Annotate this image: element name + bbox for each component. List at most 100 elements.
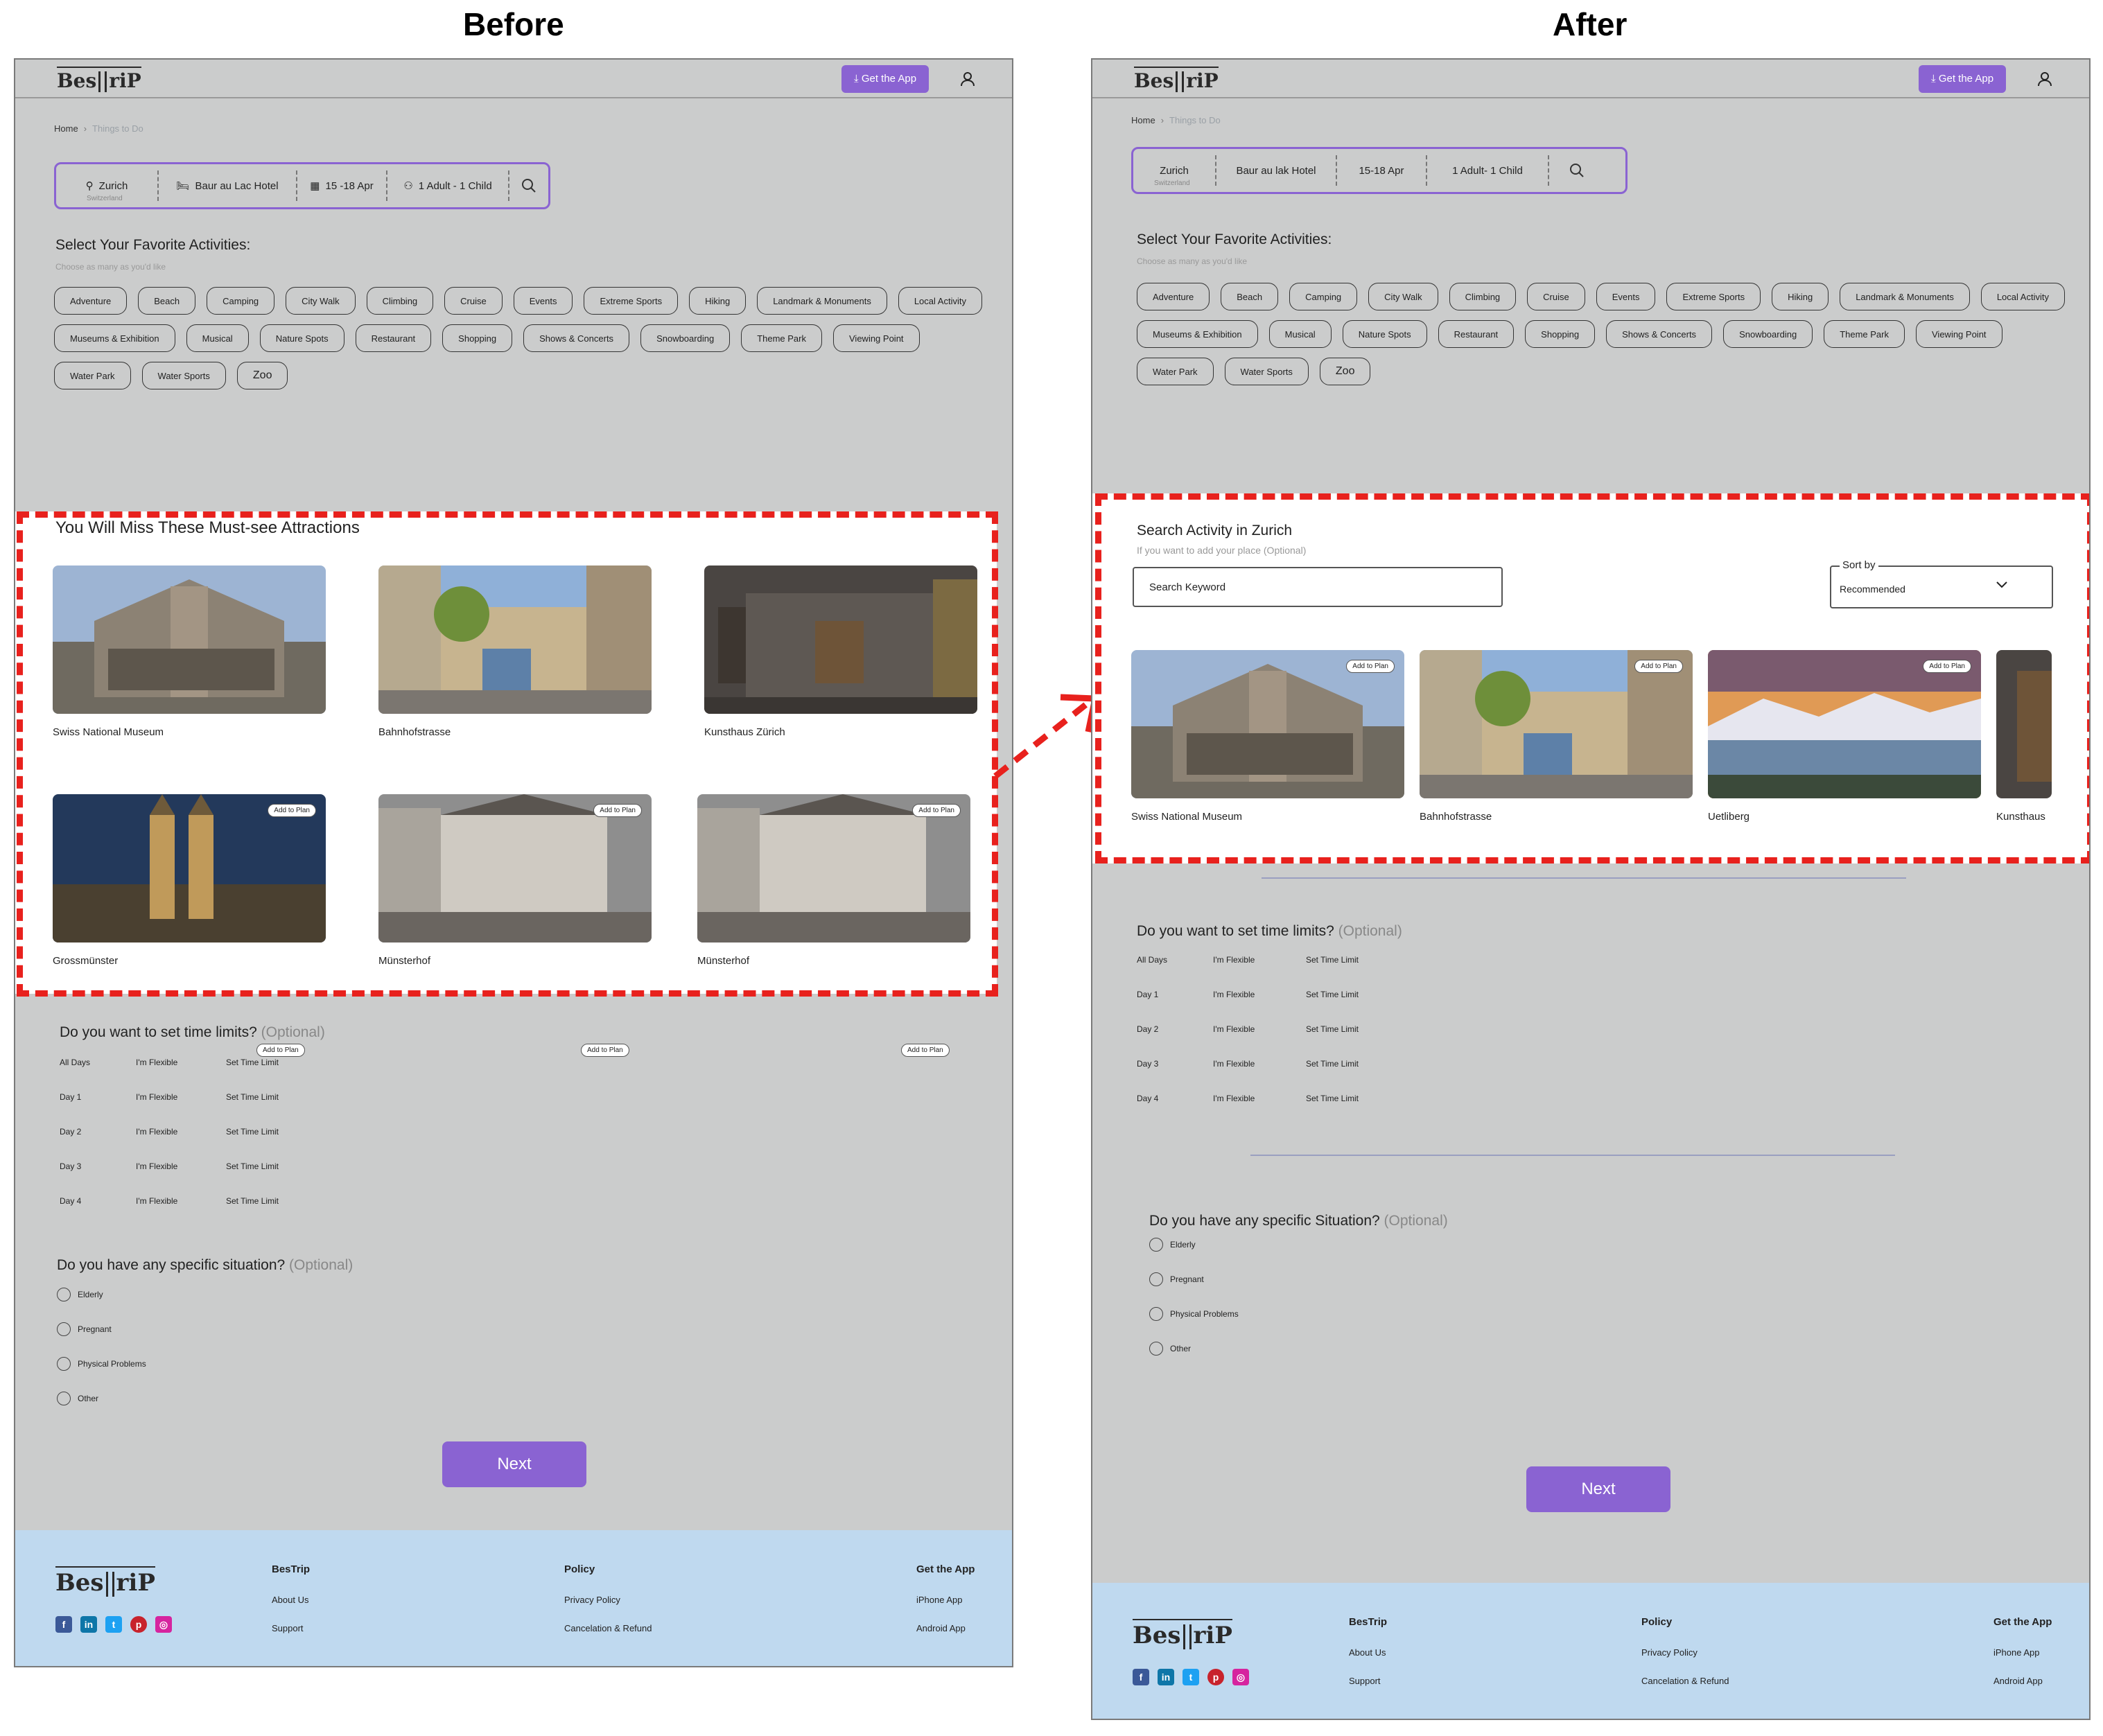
get-app-button[interactable]: ⤓ Get the App [1919, 65, 2007, 93]
pinterest-icon[interactable]: p [1207, 1669, 1224, 1685]
logo[interactable]: Bes riP [57, 67, 141, 92]
activity-chip[interactable]: Nature Spots [1342, 320, 1427, 348]
logo[interactable]: Bes riP [1134, 67, 1219, 92]
radio-button[interactable] [1149, 1342, 1163, 1356]
activity-chip[interactable]: Water Sports [1224, 358, 1309, 385]
radio-button[interactable] [57, 1288, 71, 1301]
activity-chip[interactable]: Landmark & Monuments [757, 287, 887, 315]
activity-chip[interactable]: City Walk [1368, 283, 1438, 310]
footer-logo[interactable]: Bes riP [1133, 1619, 1232, 1649]
activity-chip[interactable]: Landmark & Monuments [1840, 283, 1970, 310]
activity-chip[interactable]: Water Park [1137, 358, 1214, 385]
user-icon[interactable] [2036, 71, 2053, 87]
footer-link[interactable]: Privacy Policy [1641, 1647, 1729, 1658]
activity-chip[interactable]: Camping [1289, 283, 1358, 310]
add-to-plan-button[interactable]: Add to Plan [268, 804, 316, 817]
activity-chip[interactable]: Extreme Sports [584, 287, 679, 315]
situation-option[interactable]: Pregnant [1149, 1272, 1204, 1286]
set-time-limit-option[interactable]: Set Time Limit [226, 1092, 279, 1102]
attraction-card[interactable]: Add to Plan Münsterhof [697, 794, 970, 967]
dates-field[interactable]: ▦ 15 -18 Apr [297, 170, 387, 201]
get-app-button[interactable]: ⤓ Get the App [841, 65, 930, 93]
flexible-option[interactable]: I'm Flexible [136, 1161, 177, 1171]
activity-chip[interactable]: Events [513, 287, 573, 315]
activity-chip[interactable]: Musical [1268, 320, 1332, 348]
guests-field[interactable]: ⚇ 1 Adult - 1 Child [387, 170, 509, 201]
attraction-card[interactable]: Kunsthaus Zürich [704, 565, 977, 738]
situation-option[interactable]: Elderly [57, 1288, 103, 1301]
activity-chip[interactable]: Snowboarding [1723, 320, 1813, 348]
flexible-option[interactable]: I'm Flexible [136, 1092, 177, 1102]
set-time-limit-option[interactable]: Set Time Limit [1306, 1059, 1359, 1069]
flexible-option[interactable]: I'm Flexible [1213, 1059, 1255, 1069]
activity-chip[interactable]: Museums & Exhibition [54, 324, 175, 352]
footer-link[interactable]: About Us [272, 1595, 310, 1605]
instagram-icon[interactable]: ◎ [1232, 1669, 1249, 1685]
linkedin-icon[interactable]: in [80, 1616, 97, 1633]
footer-link[interactable]: Privacy Policy [564, 1595, 652, 1605]
radio-button[interactable] [57, 1392, 71, 1405]
flexible-option[interactable]: I'm Flexible [1213, 1094, 1255, 1103]
activity-chip[interactable]: Zoo [236, 362, 288, 389]
breadcrumb-home[interactable]: Home [54, 123, 78, 134]
activity-chip[interactable]: Zoo [1319, 358, 1371, 385]
search-button[interactable] [509, 170, 548, 201]
activity-chip[interactable]: Local Activity [1980, 283, 2065, 310]
add-to-plan-button[interactable]: Add to Plan [1346, 660, 1395, 673]
radio-button[interactable] [57, 1357, 71, 1371]
footer-link[interactable]: iPhone App [916, 1595, 975, 1605]
flexible-option[interactable]: I'm Flexible [136, 1196, 177, 1206]
pinterest-icon[interactable]: p [130, 1616, 147, 1633]
set-time-limit-option[interactable]: Set Time Limit [1306, 1024, 1359, 1034]
hotel-field[interactable]: Baur au lak Hotel [1216, 155, 1337, 186]
sort-dropdown[interactable]: Sort by Recommended [1830, 559, 2053, 608]
flexible-option[interactable]: I'm Flexible [1213, 1024, 1255, 1034]
activity-chip[interactable]: Restaurant [355, 324, 432, 352]
radio-button[interactable] [1149, 1238, 1163, 1252]
set-time-limit-option[interactable]: Set Time Limit [1306, 990, 1359, 999]
radio-button[interactable] [1149, 1272, 1163, 1286]
breadcrumb-home[interactable]: Home [1131, 115, 1155, 125]
hotel-field[interactable]: 🛏 Baur au Lac Hotel [159, 170, 297, 201]
footer-link[interactable]: About Us [1349, 1647, 1387, 1658]
attraction-card[interactable]: Add to Plan Bahnhofstrasse [1420, 650, 1693, 823]
activity-chip[interactable]: Climbing [1449, 283, 1517, 310]
twitter-icon[interactable]: t [1183, 1669, 1199, 1685]
activity-chip[interactable]: Climbing [366, 287, 434, 315]
activity-chip[interactable]: Extreme Sports [1666, 283, 1761, 310]
flexible-option[interactable]: I'm Flexible [1213, 990, 1255, 999]
situation-option[interactable]: Pregnant [57, 1322, 112, 1336]
activity-chip[interactable]: Camping [207, 287, 275, 315]
add-to-plan-button[interactable]: Add to Plan [1923, 660, 1971, 673]
radio-button[interactable] [57, 1322, 71, 1336]
footer-link[interactable]: Cancelation & Refund [1641, 1676, 1729, 1686]
attraction-card[interactable]: Kunsthaus [1996, 650, 2052, 823]
facebook-icon[interactable]: f [55, 1616, 72, 1633]
activity-chip[interactable]: Local Activity [898, 287, 982, 315]
search-button[interactable] [1549, 155, 1605, 186]
activity-chip[interactable]: Shows & Concerts [1606, 320, 1713, 348]
activity-chip[interactable]: Cruise [444, 287, 503, 315]
attraction-card[interactable]: Add to Plan Uetliberg [1708, 650, 1981, 823]
attraction-card[interactable]: Add to Plan Grossmünster [53, 794, 326, 967]
destination-field[interactable]: ⚲ Zurich Switzerland [56, 170, 159, 202]
activity-chip[interactable]: Hiking [689, 287, 747, 315]
add-to-plan-button[interactable]: Add to Plan [256, 1044, 305, 1057]
set-time-limit-option[interactable]: Set Time Limit [226, 1058, 279, 1067]
flexible-option[interactable]: I'm Flexible [136, 1127, 177, 1137]
activity-chip[interactable]: Theme Park [741, 324, 822, 352]
activity-chip[interactable]: Adventure [1137, 283, 1210, 310]
footer-link[interactable]: Support [272, 1623, 310, 1633]
instagram-icon[interactable]: ◎ [155, 1616, 172, 1633]
activity-chip[interactable]: Viewing Point [1916, 320, 2002, 348]
attraction-card[interactable]: Add to Plan Swiss National Museum [1131, 650, 1404, 823]
footer-link[interactable]: Cancelation & Refund [564, 1623, 652, 1633]
radio-button[interactable] [1149, 1307, 1163, 1321]
activity-chip[interactable]: Snowboarding [640, 324, 731, 352]
search-keyword-input[interactable]: Search Keyword [1133, 567, 1503, 607]
activity-chip[interactable]: Water Park [54, 362, 131, 389]
activity-chip[interactable]: Cruise [1527, 283, 1585, 310]
twitter-icon[interactable]: t [105, 1616, 122, 1633]
activity-chip[interactable]: Shopping [442, 324, 513, 352]
add-to-plan-button[interactable]: Add to Plan [901, 1044, 950, 1057]
